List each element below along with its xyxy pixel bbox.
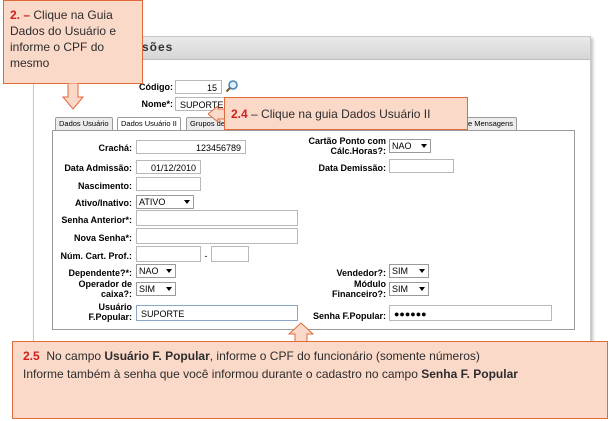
senha-anterior-label: Senha Anterior*: <box>61 215 132 225</box>
senha-fpopular-label: Senha F.Popular: <box>312 311 386 321</box>
data-demissao-field[interactable] <box>389 159 454 173</box>
num-cart-serie-field[interactable] <box>211 246 249 262</box>
nascimento-label: Nascimento: <box>77 181 132 191</box>
nascimento-field[interactable] <box>136 177 201 191</box>
nome-label: Nome*: <box>141 99 173 109</box>
nova-senha-label: Nova Senha*: <box>73 233 132 243</box>
ativo-inativo-label: Ativo/Inativo: <box>74 198 132 208</box>
num-cart-separator: - <box>204 251 208 261</box>
data-admissao-field[interactable]: 01/12/2010 <box>136 160 201 174</box>
data-admissao-label: Data Admissão: <box>64 163 132 173</box>
dependente-label: Dependente?*: <box>68 268 132 278</box>
dependente-select[interactable]: NAO <box>136 264 176 278</box>
callout-step-24-number: 2.4 <box>231 107 248 121</box>
callout-step-25-number: 2.5 <box>23 349 40 363</box>
codigo-label: Código: <box>139 82 173 92</box>
tab-dados-usuario-ii[interactable]: Dados Usuário II <box>117 117 181 131</box>
callout-step-2: 2. – Clique na Guia Dados do Usuário e i… <box>3 0 143 84</box>
modulo-financeiro-select[interactable]: SIM <box>389 282 429 296</box>
operador-caixa-label: Operador de caixa?: <box>78 279 132 299</box>
callout-step-2-number: 2. – <box>10 8 31 22</box>
senha-fpopular-field[interactable]: ●●●●●● <box>389 305 552 321</box>
senha-anterior-field[interactable] <box>136 210 298 226</box>
search-icon[interactable] <box>225 79 239 93</box>
usuario-fpopular-field[interactable]: SUPORTE <box>136 305 298 321</box>
usuario-fpopular-label: Usuário F.Popular: <box>88 302 132 322</box>
codigo-field[interactable]: 15 <box>175 80 222 94</box>
nova-senha-field[interactable] <box>136 228 298 244</box>
vendedor-select[interactable]: SIM <box>389 264 429 278</box>
tab-dados-usuario[interactable]: Dados Usuário <box>55 117 113 130</box>
cartao-ponto-select[interactable]: NAO <box>389 139 431 153</box>
callout-step-2-arrow <box>62 83 84 110</box>
callout-step-25: 2.5 No campo Usuário F. Popular, informe… <box>12 341 608 419</box>
vendedor-label: Vendedor?: <box>336 268 386 278</box>
operador-caixa-select[interactable]: SIM <box>136 282 176 296</box>
cracha-label: Crachá: <box>98 143 132 153</box>
window-title: sões <box>142 40 174 54</box>
num-cart-prof-label: Núm. Cart. Prof.: <box>60 251 132 261</box>
tab-panel <box>52 130 575 330</box>
num-cart-prof-field[interactable] <box>136 246 201 262</box>
cartao-ponto-label: Cartão Ponto com Cálc.Horas?: <box>308 136 386 156</box>
tab-mensagens[interactable]: e Mensagens <box>464 117 518 130</box>
modulo-financeiro-label: Módulo Financeiro?: <box>331 279 386 299</box>
cracha-field[interactable]: 123456789 <box>136 140 246 154</box>
ativo-inativo-select[interactable]: ATIVO <box>136 195 194 209</box>
data-demissao-label: Data Demissão: <box>318 163 386 173</box>
callout-step-24: 2.4 – Clique na guia Dados Usuário II <box>224 97 468 130</box>
